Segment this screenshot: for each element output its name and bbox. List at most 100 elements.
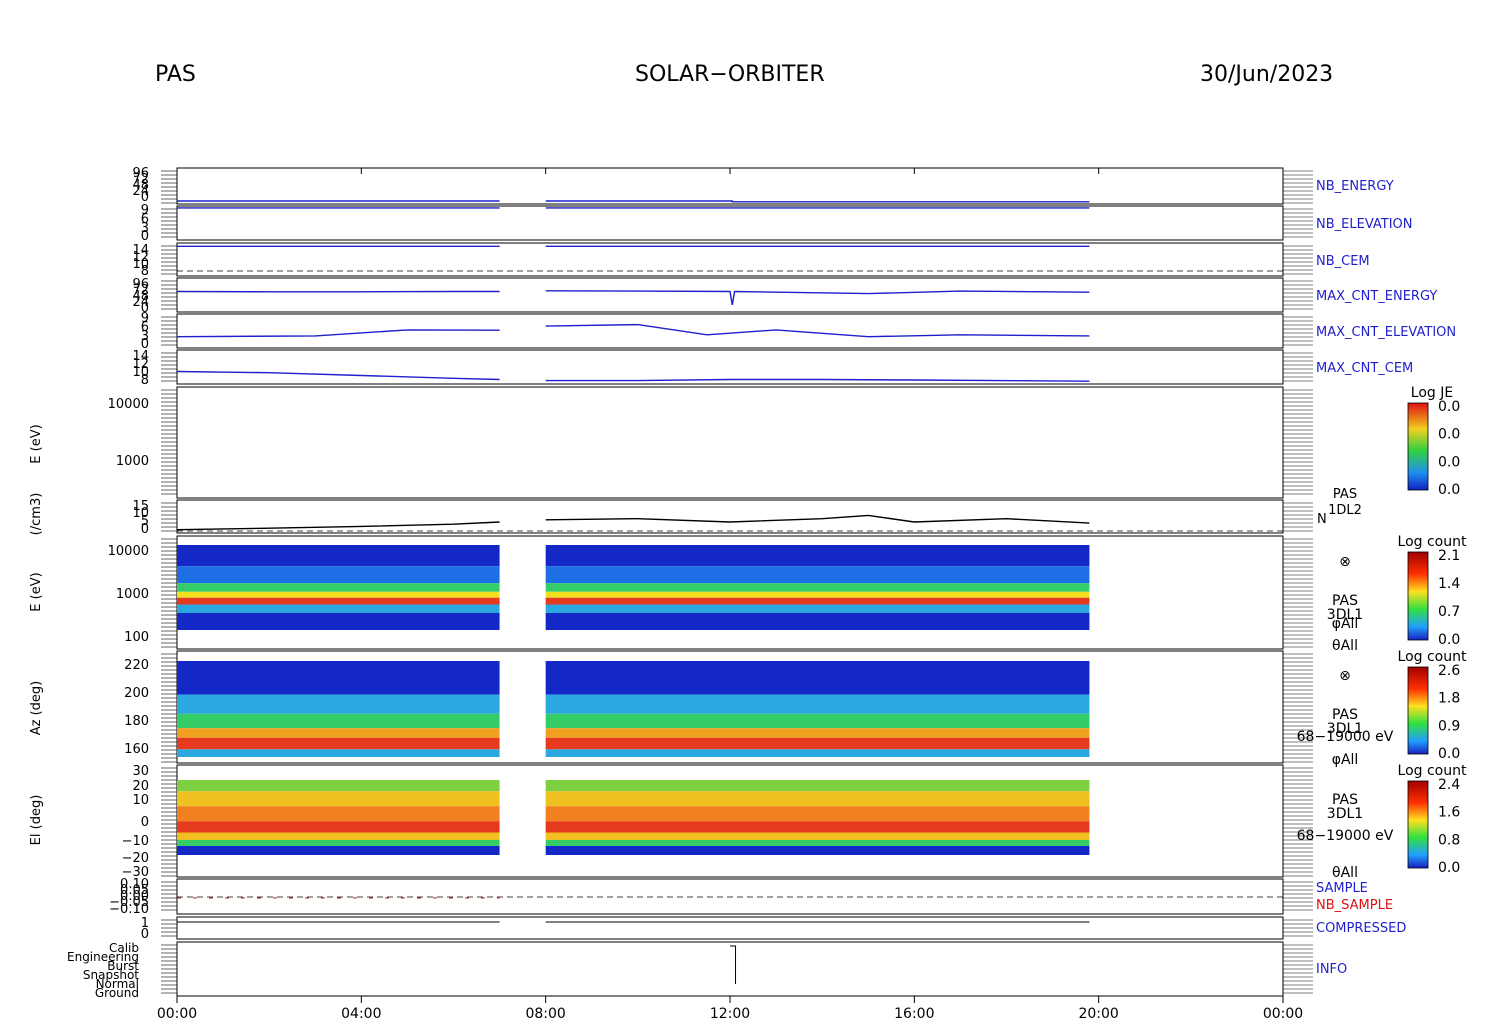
x-tick-label: 08:00	[525, 1006, 565, 1020]
panel-frame	[176, 205, 1284, 241]
panel-frame	[176, 916, 1284, 940]
panel-max_cnt_cem	[161, 349, 1313, 385]
panel-note: ⊗	[1339, 668, 1351, 684]
y-tick-label: 1000	[116, 587, 149, 602]
spectrogram-band	[177, 749, 500, 757]
y-axis-label: Az (deg)	[29, 681, 44, 736]
spectrogram-band	[545, 694, 1090, 714]
series-line	[176, 370, 500, 381]
panel-frame	[176, 386, 1284, 499]
colorbar-tick-label: 1.4	[1438, 576, 1460, 592]
panel-label: MAX_CNT_ELEVATION	[1316, 325, 1456, 340]
panel-max_cnt_energy	[161, 277, 1313, 313]
colorbar-tick-label: 1.8	[1438, 691, 1460, 707]
spectrogram-band	[177, 545, 500, 567]
spectrogram-band	[177, 737, 500, 750]
y-tick-label: 10	[132, 793, 149, 808]
colorbar-tick-label: 2.6	[1438, 663, 1460, 679]
spectrogram-band	[177, 604, 500, 613]
spectrogram-band	[177, 713, 500, 729]
spectrogram-band	[545, 821, 1090, 833]
y-tick-label: −20	[122, 851, 149, 866]
colorbar-tick-label: 0.0	[1438, 860, 1460, 876]
spectrogram-band	[177, 832, 500, 840]
y-tick-label: 160	[124, 742, 149, 757]
series-line	[545, 200, 1090, 203]
panel-max_cnt_elevation	[161, 313, 1313, 349]
spectrogram-band	[177, 780, 500, 792]
colorbar-tick-label: 0.7	[1438, 604, 1460, 620]
spectrogram-band	[545, 840, 1090, 846]
colorbar-tick-label: 0.0	[1438, 482, 1460, 498]
spectrogram-band	[545, 713, 1090, 729]
colorbar-tick-label: 0.8	[1438, 832, 1460, 848]
spectrogram-band	[177, 583, 500, 592]
colorbar-tick-label: 0.0	[1438, 454, 1460, 470]
multi-panel-summary-plot: 967248240NB_ENERGY9630NB_ELEVATION141210…	[29, 166, 1467, 1020]
spectrogram-band	[545, 591, 1090, 598]
spectrogram-band	[545, 566, 1090, 584]
y-tick-label: 0	[141, 927, 149, 942]
colorbar-tick-label: 0.0	[1438, 632, 1460, 648]
y-tick-label: 0	[141, 522, 149, 537]
series-line	[176, 329, 500, 338]
panel-label: NB_SAMPLE	[1316, 898, 1393, 913]
colorbar-tick-label: 0.0	[1438, 746, 1460, 762]
colorbar-tick-label: 2.4	[1438, 777, 1460, 793]
panel-compressed	[161, 916, 1313, 940]
panel-note: φAll	[1332, 752, 1359, 768]
panel-note: θAll	[1332, 865, 1358, 881]
spectrogram-band	[545, 791, 1090, 807]
panel-frame	[176, 499, 1284, 534]
panel-note: 3DL1	[1327, 806, 1363, 822]
spectrogram-band	[545, 846, 1090, 855]
info-line	[730, 945, 737, 984]
spectrogram-band	[545, 604, 1090, 613]
y-axis-label: (/cm3)	[29, 493, 44, 536]
spectrogram-band	[545, 613, 1090, 630]
spectrogram-band	[545, 749, 1090, 757]
x-tick-label: 12:00	[710, 1006, 750, 1020]
panel-label: NB_CEM	[1316, 254, 1370, 269]
y-tick-label: 180	[124, 714, 149, 729]
panel-frame	[176, 878, 1284, 915]
spectrogram-band	[177, 791, 500, 807]
series-line	[545, 290, 1090, 306]
y-tick-label: 8	[141, 373, 149, 388]
series-line	[176, 521, 500, 531]
y-axis-label: E (eV)	[29, 424, 44, 463]
y-tick-label: 200	[124, 686, 149, 701]
spectrogram-band	[545, 728, 1090, 738]
y-tick-label: −10	[122, 834, 149, 849]
colorbar	[1407, 551, 1429, 641]
colorbar-tick-label: 2.1	[1438, 548, 1460, 564]
y-tick-label: 0	[141, 815, 149, 830]
colorbar-tick-label: 0.9	[1438, 718, 1460, 734]
x-tick-label: 04:00	[341, 1006, 381, 1020]
panel-info	[161, 941, 1313, 997]
colorbar	[1407, 666, 1429, 755]
spectrogram-band	[545, 737, 1090, 750]
panel-note: 68−19000 eV	[1297, 828, 1394, 844]
spectrogram-band	[177, 661, 500, 695]
panel-label: COMPRESSED	[1316, 921, 1406, 936]
y-tick-label: Ground	[95, 986, 139, 1000]
x-tick-label: 00:00	[157, 1006, 197, 1020]
y-tick-label: 20	[132, 779, 149, 794]
x-tick-label: 16:00	[894, 1006, 934, 1020]
y-tick-label: 100	[124, 630, 149, 645]
y-tick-label: 0	[141, 229, 149, 244]
panel-density	[161, 499, 1313, 534]
panel-label: MAX_CNT_ENERGY	[1316, 289, 1437, 304]
panel-note: 1DL2	[1328, 503, 1362, 518]
panel-note: θAll	[1332, 638, 1358, 654]
spectrogram-band	[545, 806, 1090, 822]
spectrogram-band	[545, 545, 1090, 567]
spectrogram-band	[177, 806, 500, 822]
panel-label: SAMPLE	[1316, 881, 1368, 896]
colorbar-tick-label: 0.0	[1438, 399, 1460, 415]
spectrogram-band	[545, 780, 1090, 792]
y-tick-label: 10000	[108, 397, 149, 412]
x-tick-label: 00:00	[1263, 1006, 1303, 1020]
panel-label: MAX_CNT_CEM	[1316, 361, 1413, 376]
